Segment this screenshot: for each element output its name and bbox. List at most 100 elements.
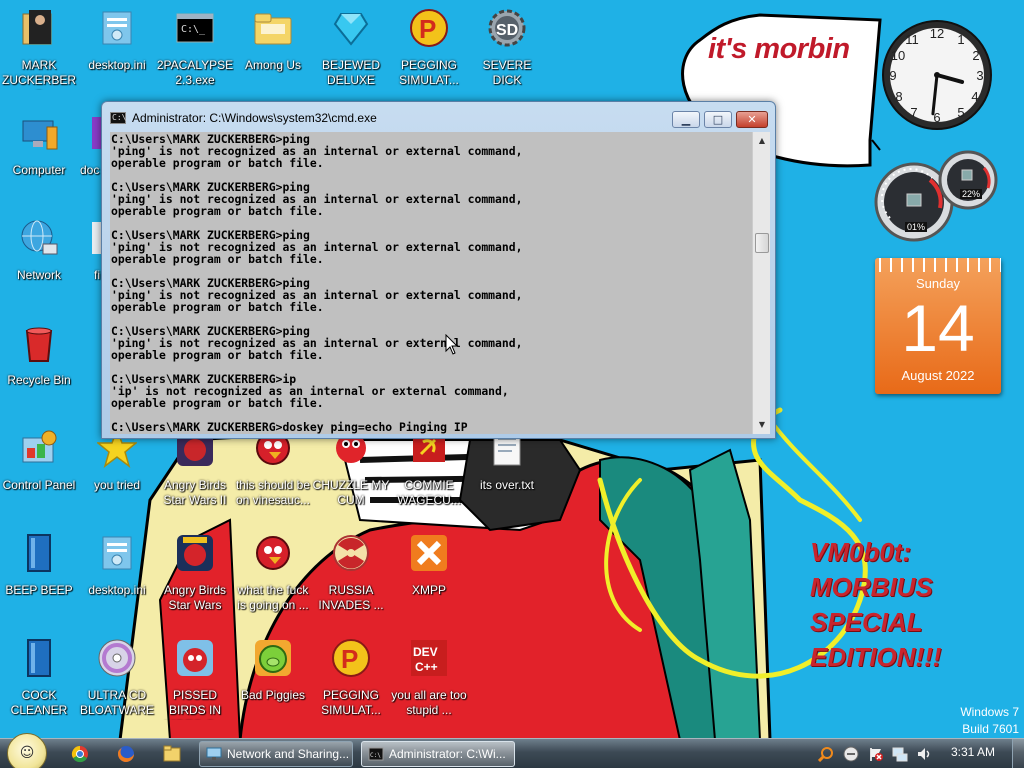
scroll-down-arrow-icon[interactable]: ▼ [756, 419, 768, 431]
svg-text:7: 7 [910, 105, 917, 120]
console-output[interactable]: C:\Users\MARK ZUCKERBERG>ping 'ping' is … [110, 132, 750, 434]
desktop-icon-pissed-birds[interactable]: PISSED BIRDS IN VIDEO G... [156, 630, 234, 730]
magnifier-icon[interactable] [818, 746, 834, 762]
radiation-icon [333, 535, 369, 571]
scroll-thumb[interactable] [755, 233, 769, 253]
desktop-icon-control-panel[interactable]: Control Panel [0, 420, 78, 520]
svg-text:2: 2 [972, 48, 979, 63]
desktop-icon-desktop-ini[interactable]: desktop.ini [78, 0, 156, 100]
desktop-icon-label: SEVERE DICK [482, 58, 532, 87]
desktop-icon-beep-beep[interactable]: BEEP BEEP [0, 525, 78, 625]
show-desktop-button[interactable] [1012, 739, 1024, 768]
memory-percent: 22% [960, 189, 983, 199]
desktop-icon-label: Among Us [244, 58, 302, 72]
cmd-title-bar[interactable]: C:\ Administrator: C:\Windows\system32\c… [102, 102, 775, 132]
desktop-icon-severe-dick[interactable]: SD SEVERE DICK [468, 0, 546, 100]
desktop-icon-label: you all are too stupid ... [391, 688, 467, 717]
desktop-icon-pegging-simulator-2[interactable]: P PEGGING SIMULAT... [312, 630, 390, 730]
pinned-chrome[interactable] [60, 742, 100, 766]
cmd-window-title: Administrator: C:\Windows\system32\cmd.e… [132, 111, 377, 125]
cmd-window[interactable]: C:\ Administrator: C:\Windows\system32\c… [101, 101, 776, 439]
desktop-icon-fi[interactable]: fi [78, 210, 102, 310]
clock-gadget[interactable]: 12 1 2 345 678 9 10 11 [875, 18, 1003, 132]
desktop-icon-what-the[interactable]: what the fuck is going on ... [234, 525, 312, 625]
desktop-icon-mark-zuckerberg[interactable]: MARK ZUCKERBERG [0, 0, 78, 100]
desktop-icon-label: Angry Birds Star Wars [163, 583, 227, 612]
desktop-icon-label: COMMIE WAGECU... [397, 478, 461, 507]
desktop-icon-label: PEGGING SIMULAT... [399, 58, 459, 87]
network-icon[interactable] [892, 746, 908, 762]
svg-text:C++: C++ [415, 660, 438, 674]
desktop-icon-cock-cleaner[interactable]: COCK CLEANER [0, 630, 78, 730]
taskbar-task-cmd[interactable]: C:\ Administrator: C:\Wi... [361, 741, 515, 767]
desktop-icon-ultra-cd[interactable]: ULTRA CD BLOATWARE [78, 630, 156, 730]
desktop-icon-bejewed[interactable]: BEJEWED DELUXE [312, 0, 390, 100]
desktop-icon-label: ULTRA CD BLOATWARE [79, 688, 154, 717]
cmd-exe-icon: C:\_ [176, 13, 214, 43]
desktop-icon-computer[interactable]: Computer [0, 105, 78, 205]
svg-text:1: 1 [957, 32, 964, 47]
taskbar-task-network[interactable]: Network and Sharing... [199, 741, 353, 767]
desktop-icon-angry-birds-sw[interactable]: Angry Birds Star Wars [156, 525, 234, 625]
desktop-icon-recycle-bin[interactable]: Recycle Bin [0, 315, 78, 415]
sd-gear-icon: SD [488, 9, 526, 47]
desktop-icon-label: desktop.ini [88, 583, 146, 597]
computer-icon [22, 120, 58, 150]
desktop-icon-bad-piggies[interactable]: Bad Piggies [234, 630, 312, 730]
desktop-icon-label: COCK CLEANER [10, 688, 68, 717]
desktop-icon-desktop-ini-2[interactable]: desktop.ini [78, 525, 156, 625]
svg-text:9: 9 [889, 68, 896, 83]
desktop-icon-label: PISSED BIRDS IN VIDEO G... [165, 688, 225, 720]
scroll-up-arrow-icon[interactable]: ▲ [756, 135, 768, 147]
clock-face-icon: 12 12 345 678 91011 [882, 20, 992, 130]
calendar-day: 14 [901, 291, 975, 365]
pinned-explorer[interactable] [152, 742, 192, 766]
svg-text:3: 3 [976, 68, 983, 83]
maximize-button[interactable]: □ [704, 111, 732, 128]
speech-bubble-text: it's morbin [708, 33, 850, 65]
desktop-icon-label: its over.txt [479, 478, 535, 492]
volume-mixer-icon[interactable] [843, 746, 859, 762]
cpu-meter-gadget[interactable]: 01% 22% [872, 148, 1000, 244]
desktop-icon-too-stupid[interactable]: DEV C++ you all are too stupid ... [390, 630, 468, 730]
action-center-flag-icon[interactable] [868, 746, 884, 762]
angry-birds-sw-icon [177, 535, 213, 571]
close-button[interactable]: ✕ [736, 111, 768, 128]
calendar-rings [875, 258, 1001, 272]
document-icon [92, 117, 102, 149]
svg-text:11: 11 [905, 32, 919, 47]
desktop-icon-label: Bad Piggies [240, 688, 306, 702]
desktop-icon-label: BEJEWED DELUXE [321, 58, 380, 87]
taskbar-task-label: Network and Sharing... [227, 747, 350, 761]
pinned-firefox[interactable] [106, 742, 146, 766]
vertical-scrollbar[interactable]: ▲ ▼ [752, 132, 770, 434]
network-globe-icon [21, 220, 58, 255]
desktop-icon-network[interactable]: Network [0, 210, 78, 310]
taskbar: ☺ Network and Sharing... C:\ Administrat… [0, 733, 1024, 768]
watermark-build: Build 7601 [962, 722, 1019, 736]
speaker-icon[interactable] [916, 746, 932, 762]
red-bird-icon [256, 536, 290, 570]
minimize-button[interactable]: ▁ [672, 111, 700, 128]
desktop-icon-label: you tried [93, 478, 141, 492]
desktop-icon-xmpp[interactable]: XMPP [390, 525, 468, 625]
start-button[interactable]: ☺ [7, 733, 47, 768]
windows-orb-icon: ☺ [19, 745, 35, 761]
desktop-icon-among-us[interactable]: Among Us [234, 0, 312, 100]
desktop-icon-doc[interactable]: doc [78, 105, 102, 205]
desktop-icon-label: desktop.ini [88, 58, 146, 72]
svg-text:P: P [419, 14, 436, 44]
svg-text:12: 12 [930, 26, 944, 41]
dev-cpp-icon: DEVC++ [411, 640, 447, 676]
desktop-icon-russia-invades[interactable]: RUSSIA INVADES ... [312, 525, 390, 625]
desktop-icon-label: doc [80, 163, 100, 177]
mouse-pointer-icon [445, 334, 459, 355]
desktop-icon-label: CHUZZLE MY CUM [312, 478, 390, 507]
taskbar-clock[interactable]: 3:31 AM [946, 745, 1000, 759]
desktop-icon-label: BEEP BEEP [5, 583, 73, 597]
desktop-icon-pegging-simulator[interactable]: P PEGGING SIMULAT... [390, 0, 468, 100]
p-logo-icon: P [410, 9, 448, 47]
cmd-console[interactable]: C:\Users\MARK ZUCKERBERG>ping 'ping' is … [110, 132, 770, 434]
desktop-icon-2pacalypse[interactable]: C:\_ 2PACALYPSE 2.3.exe [156, 0, 234, 100]
calendar-gadget[interactable]: Sunday 14 August 2022 [875, 258, 1001, 394]
